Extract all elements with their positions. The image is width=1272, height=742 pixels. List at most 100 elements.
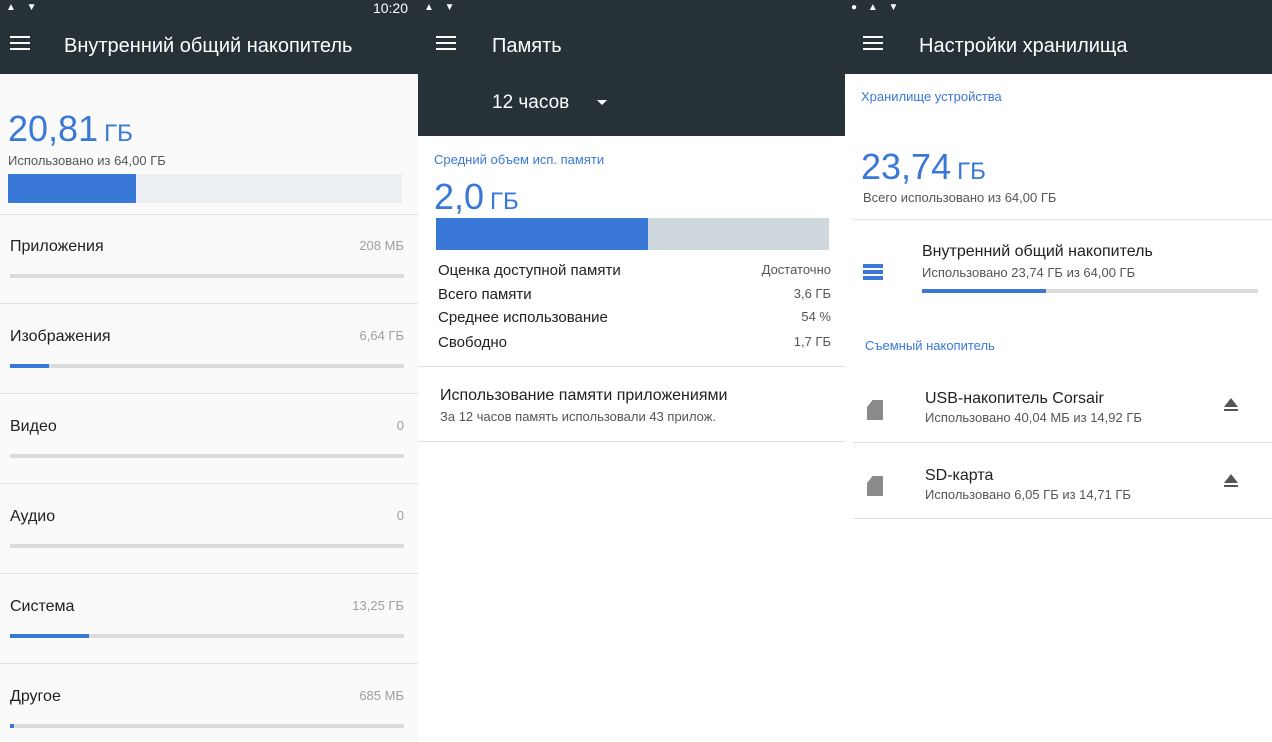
app-bar: Внутренний общий накопитель	[0, 16, 418, 74]
used-storage-value: 20,81 ГБ	[8, 108, 133, 150]
avg-value: 2,0	[434, 176, 485, 217]
avg-memory-bar	[436, 218, 829, 250]
memory-row-key: Среднее использование	[438, 309, 608, 326]
avg-unit: ГБ	[490, 188, 519, 215]
menu-icon[interactable]	[10, 34, 32, 52]
memory-row-value: Достаточно	[761, 262, 831, 277]
status-bar: ● ▲ ▼	[845, 0, 1272, 16]
apps-memory-title: Использование памяти приложениями	[440, 387, 728, 404]
usb-storage-subtitle: Использовано 40,04 МБ из 14,92 ГБ	[925, 410, 1142, 425]
category-size: 685 МБ	[359, 688, 404, 703]
storage-settings-panel: ● ▲ ▼ Настройки хранилища Хранилище устр…	[845, 0, 1272, 742]
apps-memory-usage-item[interactable]: Использование памяти приложениями За 12 …	[418, 367, 845, 441]
category-other[interactable]: Другое 685 МБ	[0, 664, 418, 742]
notification-icons: ▲ ▼	[424, 2, 459, 13]
category-label: Аудио	[10, 508, 56, 525]
usb-storage-item[interactable]: USB-накопитель Corsair Использовано 40,0…	[845, 368, 1272, 442]
eject-icon[interactable]	[1221, 394, 1243, 416]
sd-card-subtitle: Использовано 6,05 ГБ из 14,71 ГБ	[925, 487, 1131, 502]
category-size: 0	[396, 418, 404, 433]
used-value: 20,81	[8, 108, 99, 149]
category-size: 208 МБ	[359, 238, 404, 253]
category-label: Приложения	[10, 238, 104, 255]
eject-icon[interactable]	[1221, 470, 1243, 492]
category-label: Изображения	[10, 328, 111, 345]
notification-icons: ● ▲ ▼	[851, 2, 903, 13]
total-value: 23,74	[861, 146, 952, 187]
section-title: Средний объем исп. памяти	[434, 152, 605, 167]
category-bar-fill	[10, 724, 14, 728]
period-dropdown[interactable]: 12 часов	[492, 92, 608, 114]
category-bar	[10, 634, 404, 638]
used-storage-bar	[8, 174, 402, 203]
category-label: Другое	[10, 688, 61, 705]
used-unit: ГБ	[104, 120, 133, 147]
internal-storage-bar	[922, 289, 1258, 293]
memory-row-key: Свободно	[438, 334, 507, 351]
divider	[418, 441, 845, 442]
internal-storage-subtitle: Использовано 23,74 ГБ из 64,00 ГБ	[922, 265, 1136, 280]
memory-row: Свободно 1,7 ГБ	[438, 334, 831, 358]
avg-memory-value: 2,0 ГБ	[434, 176, 519, 218]
status-bar: ▲ ▼	[418, 0, 845, 16]
internal-storage-bar-fill	[922, 289, 1047, 293]
page-title: Настройки хранилища	[919, 35, 1128, 57]
storage-icon	[863, 264, 885, 284]
used-storage-bar-fill	[8, 174, 137, 203]
internal-storage-item[interactable]: Внутренний общий накопитель Использовано…	[845, 220, 1272, 308]
memory-row-value: 1,7 ГБ	[793, 334, 831, 349]
status-time: 10:20	[372, 0, 408, 16]
category-bar	[10, 364, 404, 368]
category-bar	[10, 454, 404, 458]
memory-row-key: Оценка доступной памяти	[438, 262, 621, 279]
page-title: Память	[492, 35, 562, 57]
category-apps[interactable]: Приложения 208 МБ	[0, 214, 418, 304]
app-bar: Память	[418, 16, 845, 74]
sd-card-icon	[867, 476, 883, 496]
memory-row-value: 3,6 ГБ	[793, 286, 831, 301]
memory-row: Оценка доступной памяти Достаточно	[438, 262, 831, 286]
category-label: Видео	[10, 418, 57, 435]
category-bar	[10, 724, 404, 728]
menu-icon[interactable]	[863, 34, 885, 52]
app-bar: Настройки хранилища	[845, 16, 1272, 74]
category-video[interactable]: Видео 0	[0, 394, 418, 484]
category-size: 13,25 ГБ	[352, 598, 404, 613]
device-storage-header: Хранилище устройства	[861, 89, 1002, 104]
page-title: Внутренний общий накопитель	[64, 35, 353, 57]
category-bar	[10, 274, 404, 278]
memory-panel: ▲ ▼ Память 12 часов Средний объем исп. п…	[418, 0, 845, 742]
category-label: Система	[10, 598, 75, 615]
memory-row-value: 54 %	[801, 309, 831, 324]
memory-row-key: Всего памяти	[438, 286, 532, 303]
removable-storage-header: Съемный накопитель	[865, 338, 995, 353]
avg-memory-bar-fill	[436, 218, 649, 250]
total-unit: ГБ	[957, 158, 986, 185]
dropdown-caret-icon	[597, 100, 608, 106]
category-system[interactable]: Система 13,25 ГБ	[0, 574, 418, 664]
category-size: 0	[396, 508, 404, 523]
apps-memory-subtitle: За 12 часов память использовали 43 прило…	[440, 409, 717, 424]
period-value: 12 часов	[492, 92, 570, 113]
notification-icons: ▲ ▼	[6, 2, 41, 13]
category-images[interactable]: Изображения 6,64 ГБ	[0, 304, 418, 394]
total-used-caption: Всего использовано из 64,00 ГБ	[863, 190, 1057, 205]
used-caption: Использовано из 64,00 ГБ	[8, 153, 166, 168]
menu-icon[interactable]	[436, 34, 458, 52]
category-bar-fill	[10, 634, 89, 638]
total-used-value: 23,74 ГБ	[861, 146, 986, 188]
category-size: 6,64 ГБ	[359, 328, 404, 343]
category-bar	[10, 544, 404, 548]
sd-card-title: SD-карта	[925, 467, 994, 484]
usb-storage-title: USB-накопитель Corsair	[925, 390, 1104, 407]
divider	[853, 518, 1272, 519]
memory-row: Всего памяти 3,6 ГБ	[438, 286, 831, 310]
category-audio[interactable]: Аудио 0	[0, 484, 418, 574]
category-bar-fill	[10, 364, 50, 368]
memory-row: Среднее использование 54 %	[438, 309, 831, 333]
sd-card-icon	[867, 400, 883, 420]
sd-card-item[interactable]: SD-карта Использовано 6,05 ГБ из 14,71 Г…	[845, 443, 1272, 518]
storage-panel: ▲ ▼ 10:20 Внутренний общий накопитель 20…	[0, 0, 418, 742]
status-bar: ▲ ▼ 10:20	[0, 0, 418, 16]
period-bar: 12 часов	[418, 74, 845, 136]
